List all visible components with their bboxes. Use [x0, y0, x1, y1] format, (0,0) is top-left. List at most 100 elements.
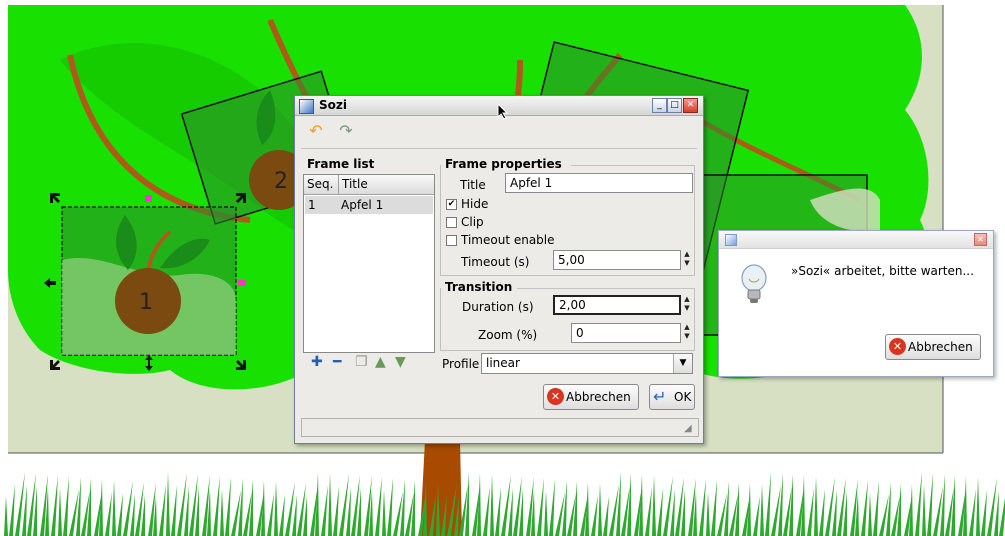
add-icon[interactable]: ✚ [311, 355, 323, 369]
hide-checkbox[interactable]: ✔ [446, 199, 457, 210]
cancel-icon: ✕ [889, 338, 906, 355]
frame-2-label: 2 [274, 169, 288, 194]
grass-blade [58, 488, 62, 536]
grass-blade [117, 493, 123, 536]
profile-select[interactable]: linear ▼ [481, 353, 693, 374]
duration-input[interactable]: 2,00 [553, 295, 681, 315]
grass [4, 472, 1005, 536]
grass-blade [940, 474, 945, 536]
timeout-label: Timeout (s) [461, 255, 530, 269]
progress-cancel-button[interactable]: ✕ Abbrechen [885, 334, 981, 360]
dialog-title: Sozi [319, 98, 347, 112]
frame-list[interactable]: Seq. Title 1 Apfel 1 [303, 174, 435, 353]
grass-blade [861, 480, 868, 536]
grass-blade [9, 484, 15, 536]
progress-titlebar[interactable]: ✕ [719, 231, 993, 249]
list-item[interactable]: 1 Apfel 1 [305, 196, 433, 214]
resize-grip-icon[interactable]: ◢ [684, 423, 696, 435]
move-up-icon[interactable]: ▲ [375, 355, 386, 369]
grass-blade [778, 473, 783, 536]
grass-blade [4, 496, 8, 536]
move-down-icon[interactable]: ▼ [395, 355, 406, 369]
grass-blade [814, 476, 818, 536]
grass-blade [645, 487, 652, 536]
grass-blade [321, 485, 328, 536]
profile-label: Profile [442, 357, 480, 371]
grass-blade [274, 481, 278, 536]
grass-blade [333, 486, 339, 536]
grass-blade [976, 477, 980, 536]
duration-spin-icon[interactable]: ▲ ▼ [682, 295, 692, 315]
grass-blade [591, 495, 598, 536]
ok-button[interactable]: ↵ OK [649, 384, 695, 410]
timeout-spin-icon[interactable]: ▲ ▼ [682, 250, 692, 270]
grass-blade [495, 487, 501, 536]
grass-blade [706, 492, 710, 536]
redo-arrow-icon[interactable]: ↷ [337, 122, 355, 140]
grass-blade [63, 476, 69, 536]
zoom-input[interactable]: 0 [571, 323, 681, 343]
close-icon[interactable]: ✕ [974, 233, 987, 246]
grass-blade [753, 496, 760, 536]
grass-blade [490, 474, 494, 536]
hide-label[interactable]: Hide [461, 197, 488, 211]
grass-blade [549, 479, 555, 536]
cancel-icon: ✕ [547, 388, 564, 405]
grass-blade [927, 473, 933, 536]
progress-message: »Sozi« arbeitet, bitte warten... [791, 264, 974, 278]
grass-blade [922, 485, 926, 536]
cancel-button[interactable]: ✕ Abbrechen [543, 384, 639, 410]
column-title[interactable]: Title [342, 177, 368, 191]
grass-blade [760, 484, 764, 536]
sozi-dialog: Sozi _ □ ✕ ↶ ↷ Frame list Seq. Title 1 A… [294, 95, 704, 444]
status-bar: ◢ [301, 418, 699, 437]
grass-blade [981, 490, 987, 536]
duplicate-icon[interactable]: ❐ [355, 355, 368, 369]
timeout-input[interactable]: 5,00 [553, 250, 681, 270]
lightbulb-icon [741, 264, 767, 303]
grass-blade [598, 483, 602, 536]
grass-blade [711, 480, 717, 536]
grass-blade [159, 484, 166, 536]
progress-dialog: ✕ »Sozi« arbeitet, bitte warten... ✕ Abb… [718, 230, 994, 377]
grass-blade [483, 486, 490, 536]
zoom-label: Zoom (%) [478, 328, 538, 342]
undo-arrow-icon[interactable]: ↶ [307, 122, 325, 140]
grass-blade [382, 490, 386, 536]
grass-blade [873, 481, 879, 536]
grass-blade [765, 472, 771, 536]
title-input[interactable]: Apfel 1 [505, 173, 693, 193]
grass-blade [51, 475, 58, 536]
frame-list-header: Seq. Title [304, 175, 434, 195]
frame-list-title: Frame list [307, 157, 375, 171]
grass-blade [375, 477, 382, 536]
column-seq[interactable]: Seq. [307, 177, 333, 191]
ok-return-icon: ↵ [653, 387, 667, 406]
grass-blade [537, 478, 544, 536]
window-icon [725, 234, 737, 246]
chevron-down-icon[interactable]: ▼ [673, 354, 692, 373]
toolbar-separator [301, 148, 697, 149]
timeout-enable-label[interactable]: Timeout enable [461, 233, 555, 247]
remove-icon[interactable]: ━ [333, 355, 341, 369]
clip-label[interactable]: Clip [461, 215, 484, 229]
maximize-icon[interactable]: □ [667, 98, 682, 113]
grass-blade [279, 494, 285, 536]
window-icon [299, 99, 314, 114]
row-seq: 1 [308, 198, 316, 212]
grass-blade [652, 475, 656, 536]
grass-blade [868, 493, 872, 536]
close-icon[interactable]: ✕ [683, 98, 698, 113]
grass-blade [616, 472, 621, 536]
timeout-enable-checkbox[interactable] [446, 235, 457, 246]
grass-blade [657, 488, 663, 536]
grass-blade [220, 489, 224, 536]
title-label: Title [460, 178, 486, 192]
minimize-icon[interactable]: _ [652, 98, 667, 113]
grass-blade [112, 480, 116, 536]
zoom-spin-icon[interactable]: ▲ ▼ [682, 323, 692, 343]
clip-checkbox[interactable] [446, 217, 457, 228]
grass-blade [969, 489, 976, 536]
grass-blade [213, 476, 220, 536]
grass-blade [166, 472, 170, 536]
